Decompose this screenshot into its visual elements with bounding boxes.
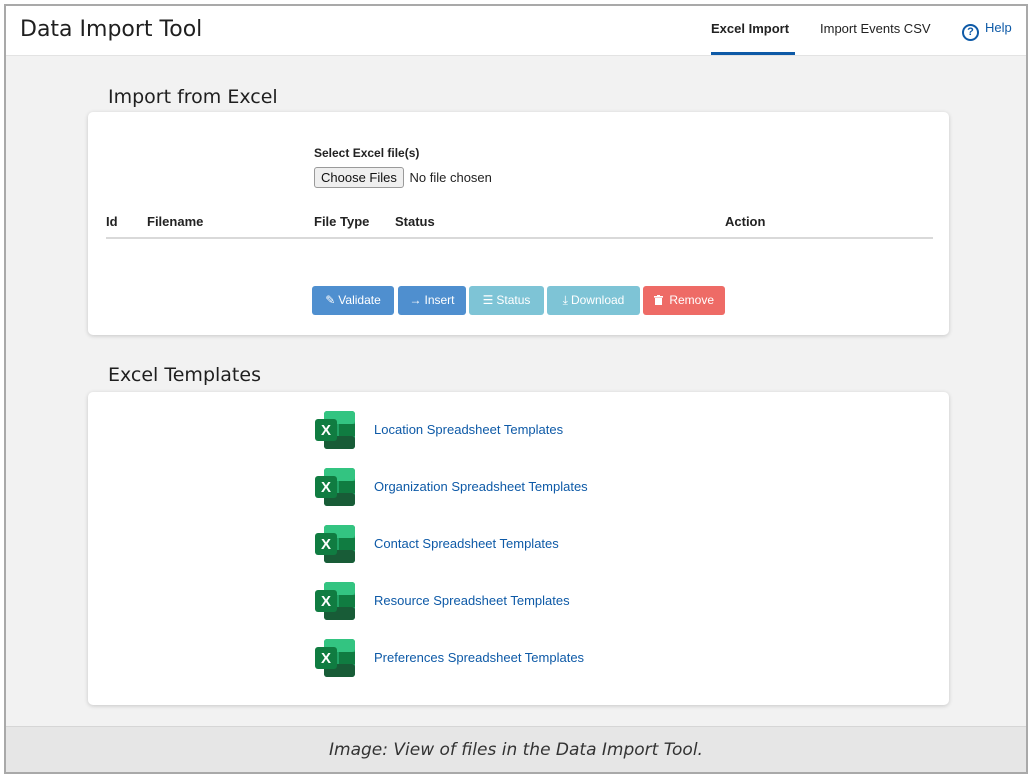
template-link-location[interactable]: Location Spreadsheet Templates <box>374 422 563 437</box>
column-header-file-type: File Type <box>314 214 370 229</box>
validate-button[interactable]: ✎ Validate <box>312 286 394 315</box>
excel-icon: X <box>315 582 355 620</box>
screenshot-frame: Data Import Tool Excel Import Import Eve… <box>4 4 1028 774</box>
image-caption: Image: View of files in the Data Import … <box>6 726 1026 772</box>
no-file-chosen-text: No file chosen <box>409 170 492 185</box>
svg-text:X: X <box>321 422 331 439</box>
remove-label: Remove <box>669 293 715 307</box>
insert-button[interactable]: → Insert <box>398 286 466 315</box>
choose-files-button[interactable]: Choose Files <box>314 167 404 188</box>
template-item-resource[interactable]: X Resource Spreadsheet Templates <box>313 580 693 622</box>
excel-icon: X <box>315 525 355 563</box>
remove-button[interactable]: Remove <box>643 286 725 315</box>
excel-icon: X <box>315 639 355 677</box>
help-link[interactable]: ? Help <box>962 20 1012 41</box>
column-header-id: Id <box>106 214 118 229</box>
svg-text:X: X <box>321 593 331 610</box>
list-icon: ☰ <box>482 293 494 307</box>
column-header-action: Action <box>725 214 766 229</box>
app-title: Data Import Tool <box>20 17 203 42</box>
help-icon: ? <box>962 24 979 41</box>
top-bar: Data Import Tool Excel Import Import Eve… <box>6 6 1026 56</box>
template-link-organization[interactable]: Organization Spreadsheet Templates <box>374 479 588 494</box>
template-link-resource[interactable]: Resource Spreadsheet Templates <box>374 593 570 608</box>
file-input[interactable]: Choose Files No file chosen <box>314 167 492 188</box>
templates-card: X Location Spreadsheet Templates X Organ… <box>88 392 949 705</box>
excel-icon: X <box>315 411 355 449</box>
template-item-organization[interactable]: X Organization Spreadsheet Templates <box>313 466 693 508</box>
status-button[interactable]: ☰ Status <box>469 286 544 315</box>
download-label: Download <box>570 293 625 307</box>
templates-section-title: Excel Templates <box>108 364 261 386</box>
download-icon: ⤓ <box>562 293 568 307</box>
status-label: Status <box>496 293 531 307</box>
trash-icon <box>653 293 666 307</box>
table-header-divider <box>106 237 933 239</box>
insert-label: Insert <box>424 293 455 307</box>
template-link-contact[interactable]: Contact Spreadsheet Templates <box>374 536 559 551</box>
select-file-label: Select Excel file(s) <box>314 146 420 160</box>
import-card: Select Excel file(s) Choose Files No fil… <box>88 112 949 335</box>
edit-icon: ✎ <box>325 293 336 307</box>
template-link-preferences[interactable]: Preferences Spreadsheet Templates <box>374 650 584 665</box>
download-button[interactable]: ⤓ Download <box>547 286 640 315</box>
svg-text:X: X <box>321 650 331 667</box>
column-header-filename: Filename <box>147 214 204 229</box>
validate-label: Validate <box>338 293 381 307</box>
excel-icon: X <box>315 468 355 506</box>
svg-text:X: X <box>321 536 331 553</box>
svg-text:X: X <box>321 479 331 496</box>
arrow-right-icon: → <box>409 293 422 307</box>
template-item-preferences[interactable]: X Preferences Spreadsheet Templates <box>313 637 693 679</box>
template-item-location[interactable]: X Location Spreadsheet Templates <box>313 409 693 451</box>
import-section-title: Import from Excel <box>108 86 278 108</box>
tab-import-events-csv[interactable]: Import Events CSV <box>820 21 931 36</box>
active-tab-indicator <box>711 52 795 55</box>
template-item-contact[interactable]: X Contact Spreadsheet Templates <box>313 523 693 565</box>
column-header-status: Status <box>395 214 435 229</box>
help-label: Help <box>985 20 1012 35</box>
tab-excel-import[interactable]: Excel Import <box>711 21 789 36</box>
